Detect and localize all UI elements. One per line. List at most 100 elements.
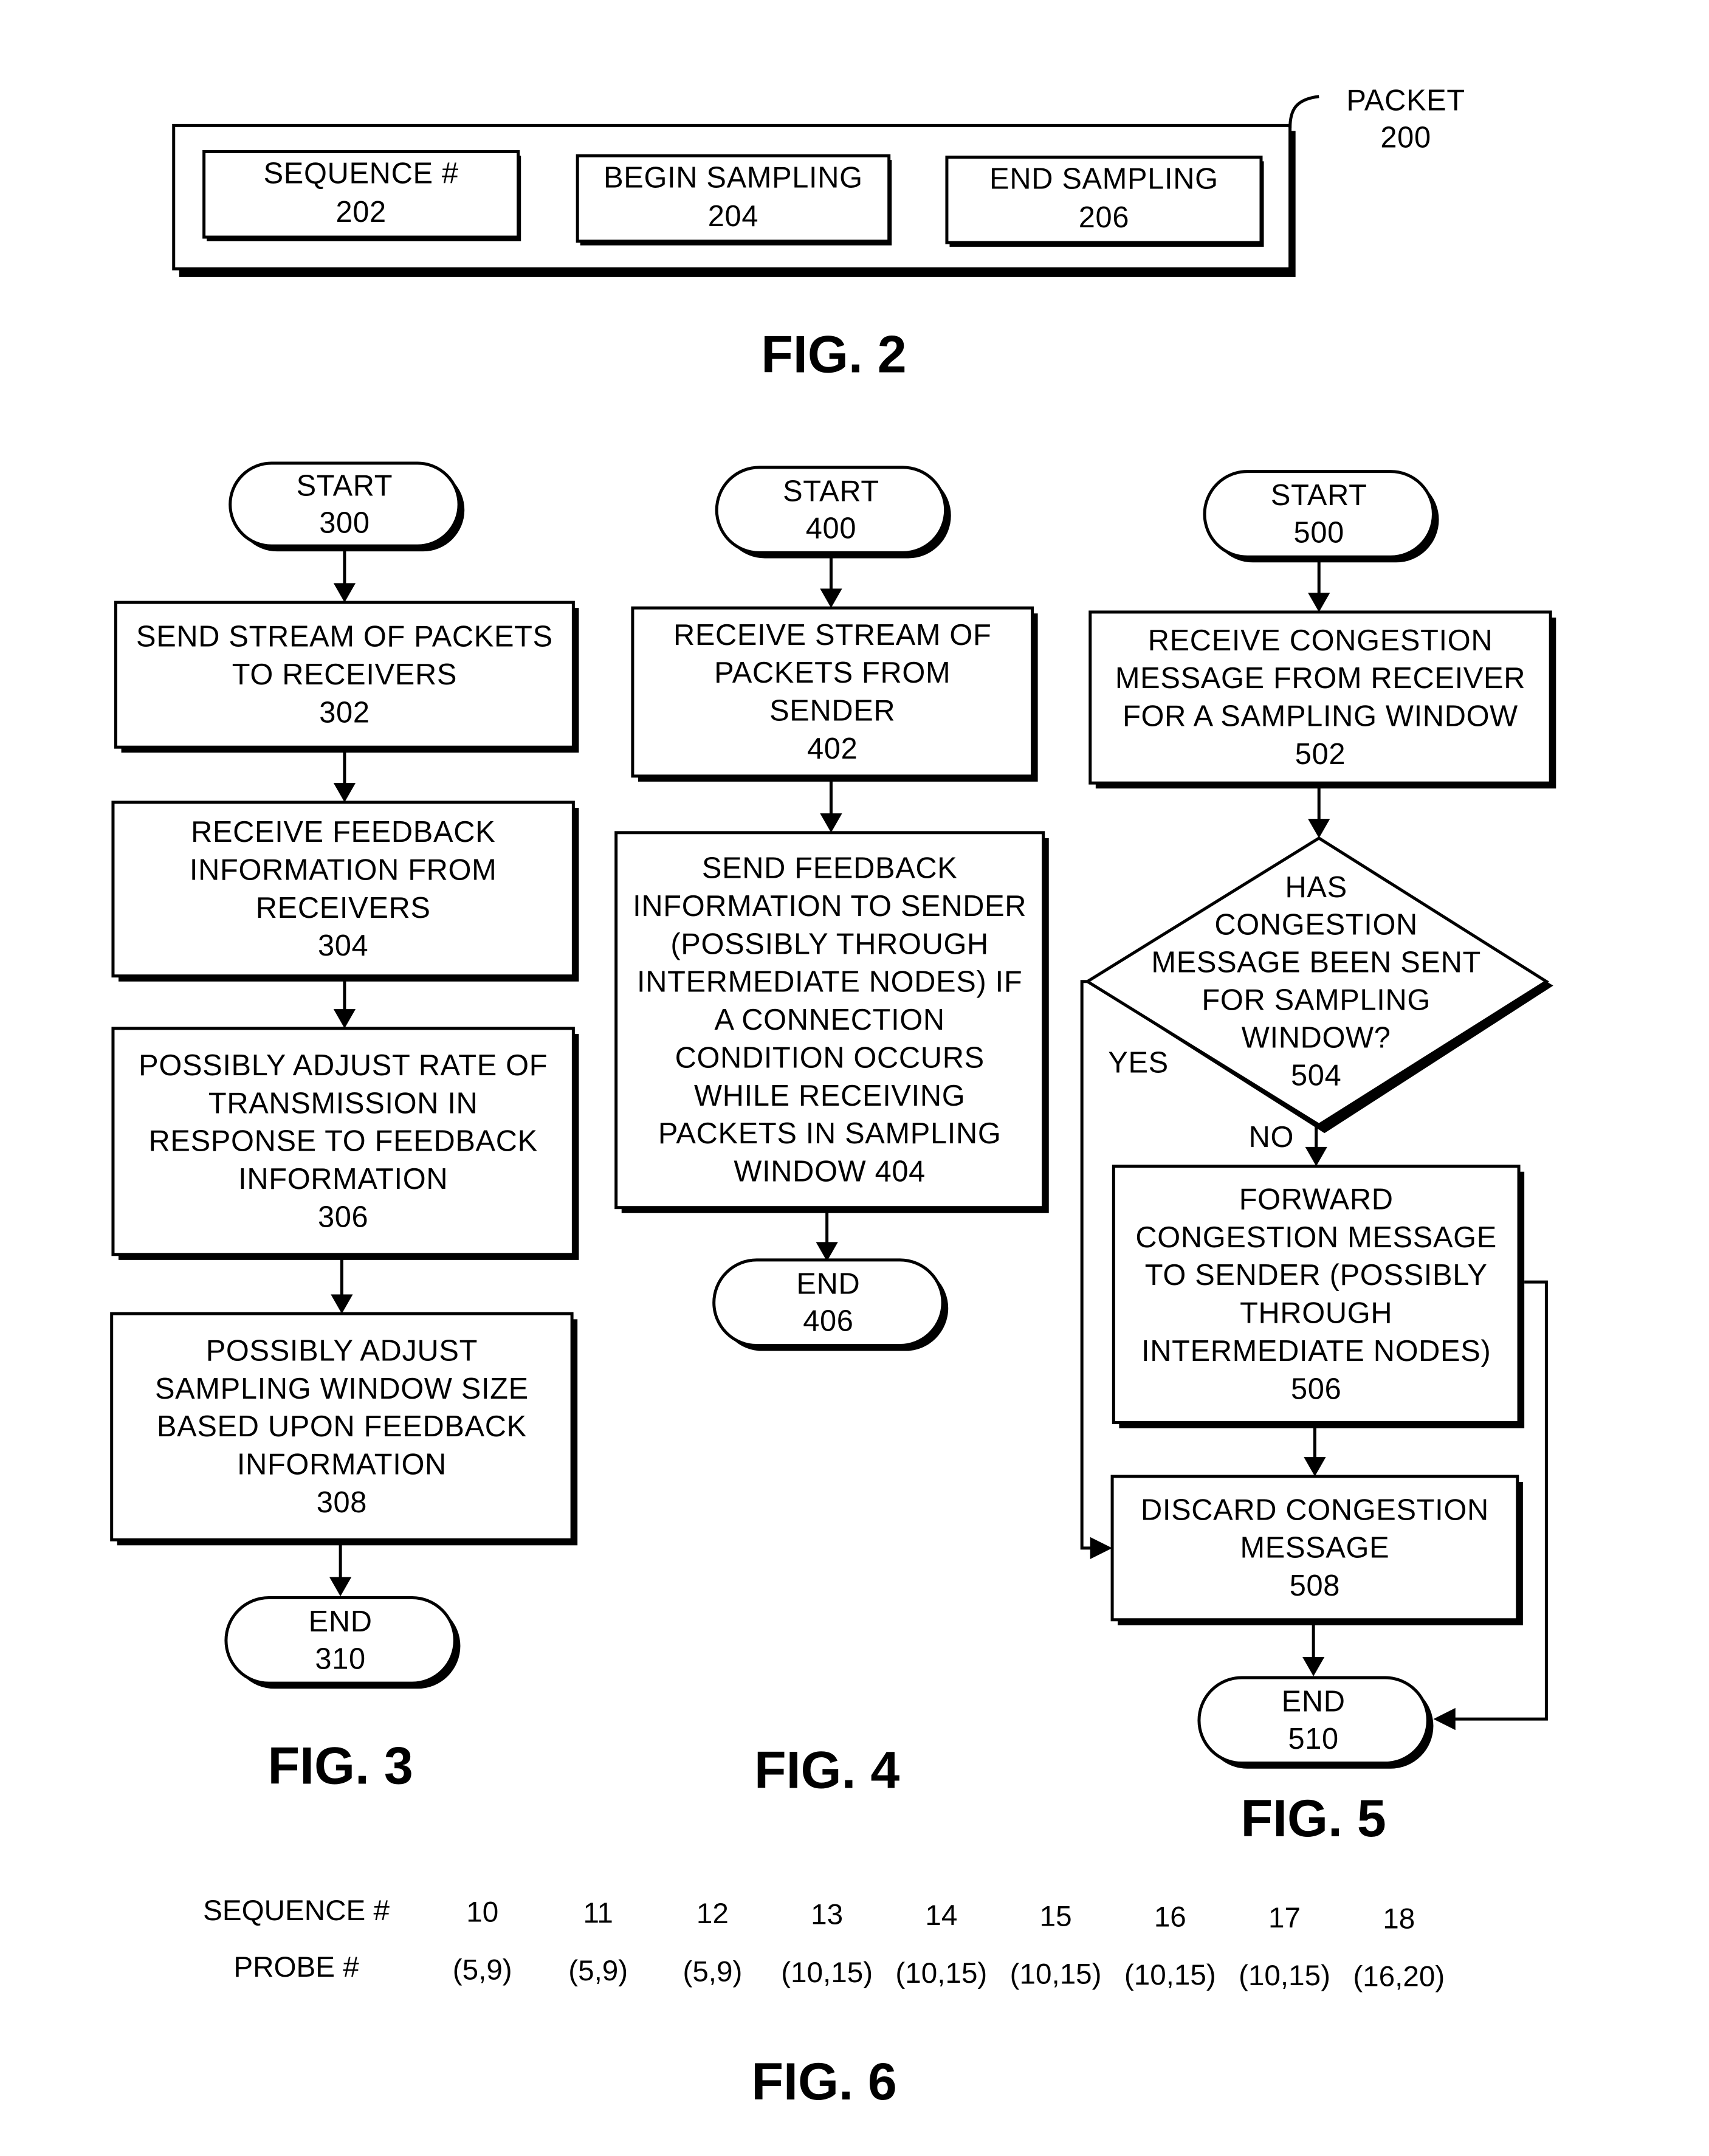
node-text-line: MESSAGE FROM RECEIVER xyxy=(1115,662,1525,695)
process-506: FORWARD CONGESTION MESSAGE TO SENDER (POSS… xyxy=(1112,1165,1525,1428)
probe-number-cell: (10,15) xyxy=(781,1957,873,1989)
node-text-line: INFORMATION FROM xyxy=(190,853,497,886)
node-text-line: PACKETS FROM xyxy=(714,656,951,689)
node-text-line: END xyxy=(796,1267,860,1300)
probe-number-cell: (10,15) xyxy=(895,1957,987,1989)
node-text-line: FOR A SAMPLING WINDOW xyxy=(1123,700,1518,733)
arrow-down-icon xyxy=(816,1242,838,1262)
fig3-label: FIG. 3 xyxy=(267,1737,413,1796)
node-text-line: 300 xyxy=(319,507,370,540)
node-text-line: END xyxy=(1282,1686,1346,1718)
fig2-packet-diagram: PACKET 200 SEQUENCE # 202 BEGIN SAMPLING 20… xyxy=(172,84,1465,384)
terminal-end-310: END 310 xyxy=(224,1596,461,1689)
arrow-down-icon xyxy=(1304,1457,1326,1476)
node-text-line: WINDOW? xyxy=(1242,1021,1391,1054)
decision-504: HAS CONGESTION MESSAGE BEEN SENT FOR SAMPLI… xyxy=(1084,836,1553,1134)
node-text-line: 406 xyxy=(803,1305,853,1338)
node-text-line: TO RECEIVERS xyxy=(232,658,457,691)
probe-number-cell: (5,9) xyxy=(453,1954,512,1986)
node-text-line: 402 xyxy=(807,732,858,765)
node-text-line: 500 xyxy=(1294,516,1344,549)
fig6-sequence-probe-table: SEQUENCE # PROBE # 10 (5,9) 11 (5,9) 12 (5,9)… xyxy=(203,1895,1445,1992)
sequence-number-cell: 17 xyxy=(1268,1902,1301,1934)
terminal-end-406: END 406 xyxy=(712,1258,949,1351)
arrow-right-icon xyxy=(1090,1537,1113,1559)
node-text-line: WHILE RECEIVING xyxy=(694,1080,965,1112)
process-402: RECEIVE STREAM OF PACKETS FROM SENDER 402 xyxy=(631,606,1038,782)
packet-label-number: 200 xyxy=(1380,122,1431,154)
probe-number-cell: (5,9) xyxy=(568,1955,628,1987)
process-404: SEND FEEDBACK INFORMATION TO SENDER (POSSI… xyxy=(614,831,1049,1213)
node-text-line: POSSIBLY ADJUST RATE OF xyxy=(139,1049,548,1082)
sequence-number-cell: 18 xyxy=(1383,1903,1415,1935)
node-text-line: 202 xyxy=(335,196,386,229)
node-text-line: CONGESTION xyxy=(1214,909,1418,942)
decision-no-label: NO xyxy=(1249,1121,1294,1154)
probe-number-cell: (16,20) xyxy=(1353,1961,1445,1993)
node-text-line: TO SENDER (POSSIBLY xyxy=(1145,1259,1488,1292)
node-text-line: MESSAGE BEEN SENT xyxy=(1151,946,1481,979)
node-text-line: SAMPLING WINDOW SIZE xyxy=(155,1372,529,1405)
arrow-down-icon xyxy=(333,783,356,802)
sequence-number-cell: 14 xyxy=(925,1899,957,1932)
node-text-line: 508 xyxy=(1290,1569,1340,1602)
node-text-line: SEQUENCE # xyxy=(264,157,459,190)
node-text-line: TRANSMISSION IN xyxy=(208,1087,478,1120)
node-text-line: INFORMATION xyxy=(237,1448,447,1481)
node-text-line: 306 xyxy=(318,1200,368,1233)
node-text-line: RESPONSE TO FEEDBACK xyxy=(149,1125,538,1158)
process-302: SEND STREAM OF PACKETS TO RECEIVERS 302 xyxy=(114,601,579,753)
node-text-line: DISCARD CONGESTION xyxy=(1141,1493,1489,1526)
arrow-down-icon xyxy=(333,583,356,603)
process-308: POSSIBLY ADJUST SAMPLING WINDOW SIZE BASED… xyxy=(110,1312,578,1546)
node-text-line: 304 xyxy=(318,929,368,962)
node-text-line: INFORMATION TO SENDER xyxy=(633,890,1026,923)
packet-field-2: BEGIN SAMPLING 204 xyxy=(576,154,892,246)
table-column: 17 (10,15) xyxy=(1239,1902,1330,1992)
node-text-line: START xyxy=(783,475,879,508)
node-text-line: END xyxy=(309,1605,373,1638)
probe-number-cell: (10,15) xyxy=(1239,1960,1330,1992)
arrow-down-icon xyxy=(1308,593,1330,612)
node-text-line: END SAMPLING xyxy=(989,163,1219,196)
node-text-line: 308 xyxy=(317,1486,367,1519)
node-text-line: INFORMATION xyxy=(238,1163,448,1196)
node-text-line: RECEIVERS xyxy=(256,892,431,925)
node-text-line: SEND STREAM OF PACKETS xyxy=(136,621,553,653)
arrow-down-icon xyxy=(333,1009,356,1028)
node-text-line: PACKETS IN SAMPLING xyxy=(658,1117,1002,1150)
packet-label-title: PACKET xyxy=(1346,84,1465,117)
node-text-line: WINDOW 404 xyxy=(734,1155,926,1188)
node-text-line: START xyxy=(297,469,393,502)
row-header-sequence: SEQUENCE # xyxy=(203,1895,390,1927)
node-text-line: RECEIVE FEEDBACK xyxy=(191,816,495,849)
yes-branch-connector xyxy=(1080,980,1096,1550)
node-text-line: (POSSIBLY THROUGH xyxy=(670,928,989,960)
node-text-line: 506 xyxy=(1291,1372,1341,1405)
table-column: 13 (10,15) xyxy=(781,1899,873,1989)
node-text-line: 504 xyxy=(1291,1059,1341,1092)
sequence-number-cell: 10 xyxy=(466,1896,498,1928)
probe-number-cell: (10,15) xyxy=(1124,1959,1216,1991)
node-text-line: START xyxy=(1271,479,1367,512)
node-text-line: RECEIVE CONGESTION xyxy=(1148,624,1493,657)
fig5-intermediate-node-flowchart: START 500 RECEIVE CONGESTION MESSAGE FROM R… xyxy=(1080,470,1556,1769)
sequence-number-cell: 13 xyxy=(811,1899,843,1931)
node-text-line: BASED UPON FEEDBACK xyxy=(157,1410,527,1443)
fig4-label: FIG. 4 xyxy=(754,1741,899,1799)
table-column: 14 (10,15) xyxy=(895,1899,987,1989)
sequence-number-cell: 15 xyxy=(1040,1900,1072,1932)
terminal-start-300: START 300 xyxy=(229,461,465,552)
node-text-line: 302 xyxy=(319,696,370,729)
row-header-probe: PROBE # xyxy=(233,1951,359,1983)
node-text-line: FOR SAMPLING xyxy=(1202,984,1431,1017)
packet-field-1: SEQUENCE # 202 xyxy=(202,150,521,241)
packet-field-3: END SAMPLING 206 xyxy=(945,156,1264,247)
node-text-line: 400 xyxy=(806,512,856,545)
node-text-line: RECEIVE STREAM OF xyxy=(673,619,991,652)
table-column: 10 (5,9) xyxy=(453,1896,512,1986)
node-text-line: 510 xyxy=(1288,1723,1338,1755)
patent-drawing-sheet: PACKET 200 SEQUENCE # 202 BEGIN SAMPLING 20… xyxy=(110,84,1556,2111)
arrow-down-icon xyxy=(329,1577,352,1597)
probe-number-cell: (5,9) xyxy=(683,1955,742,1988)
